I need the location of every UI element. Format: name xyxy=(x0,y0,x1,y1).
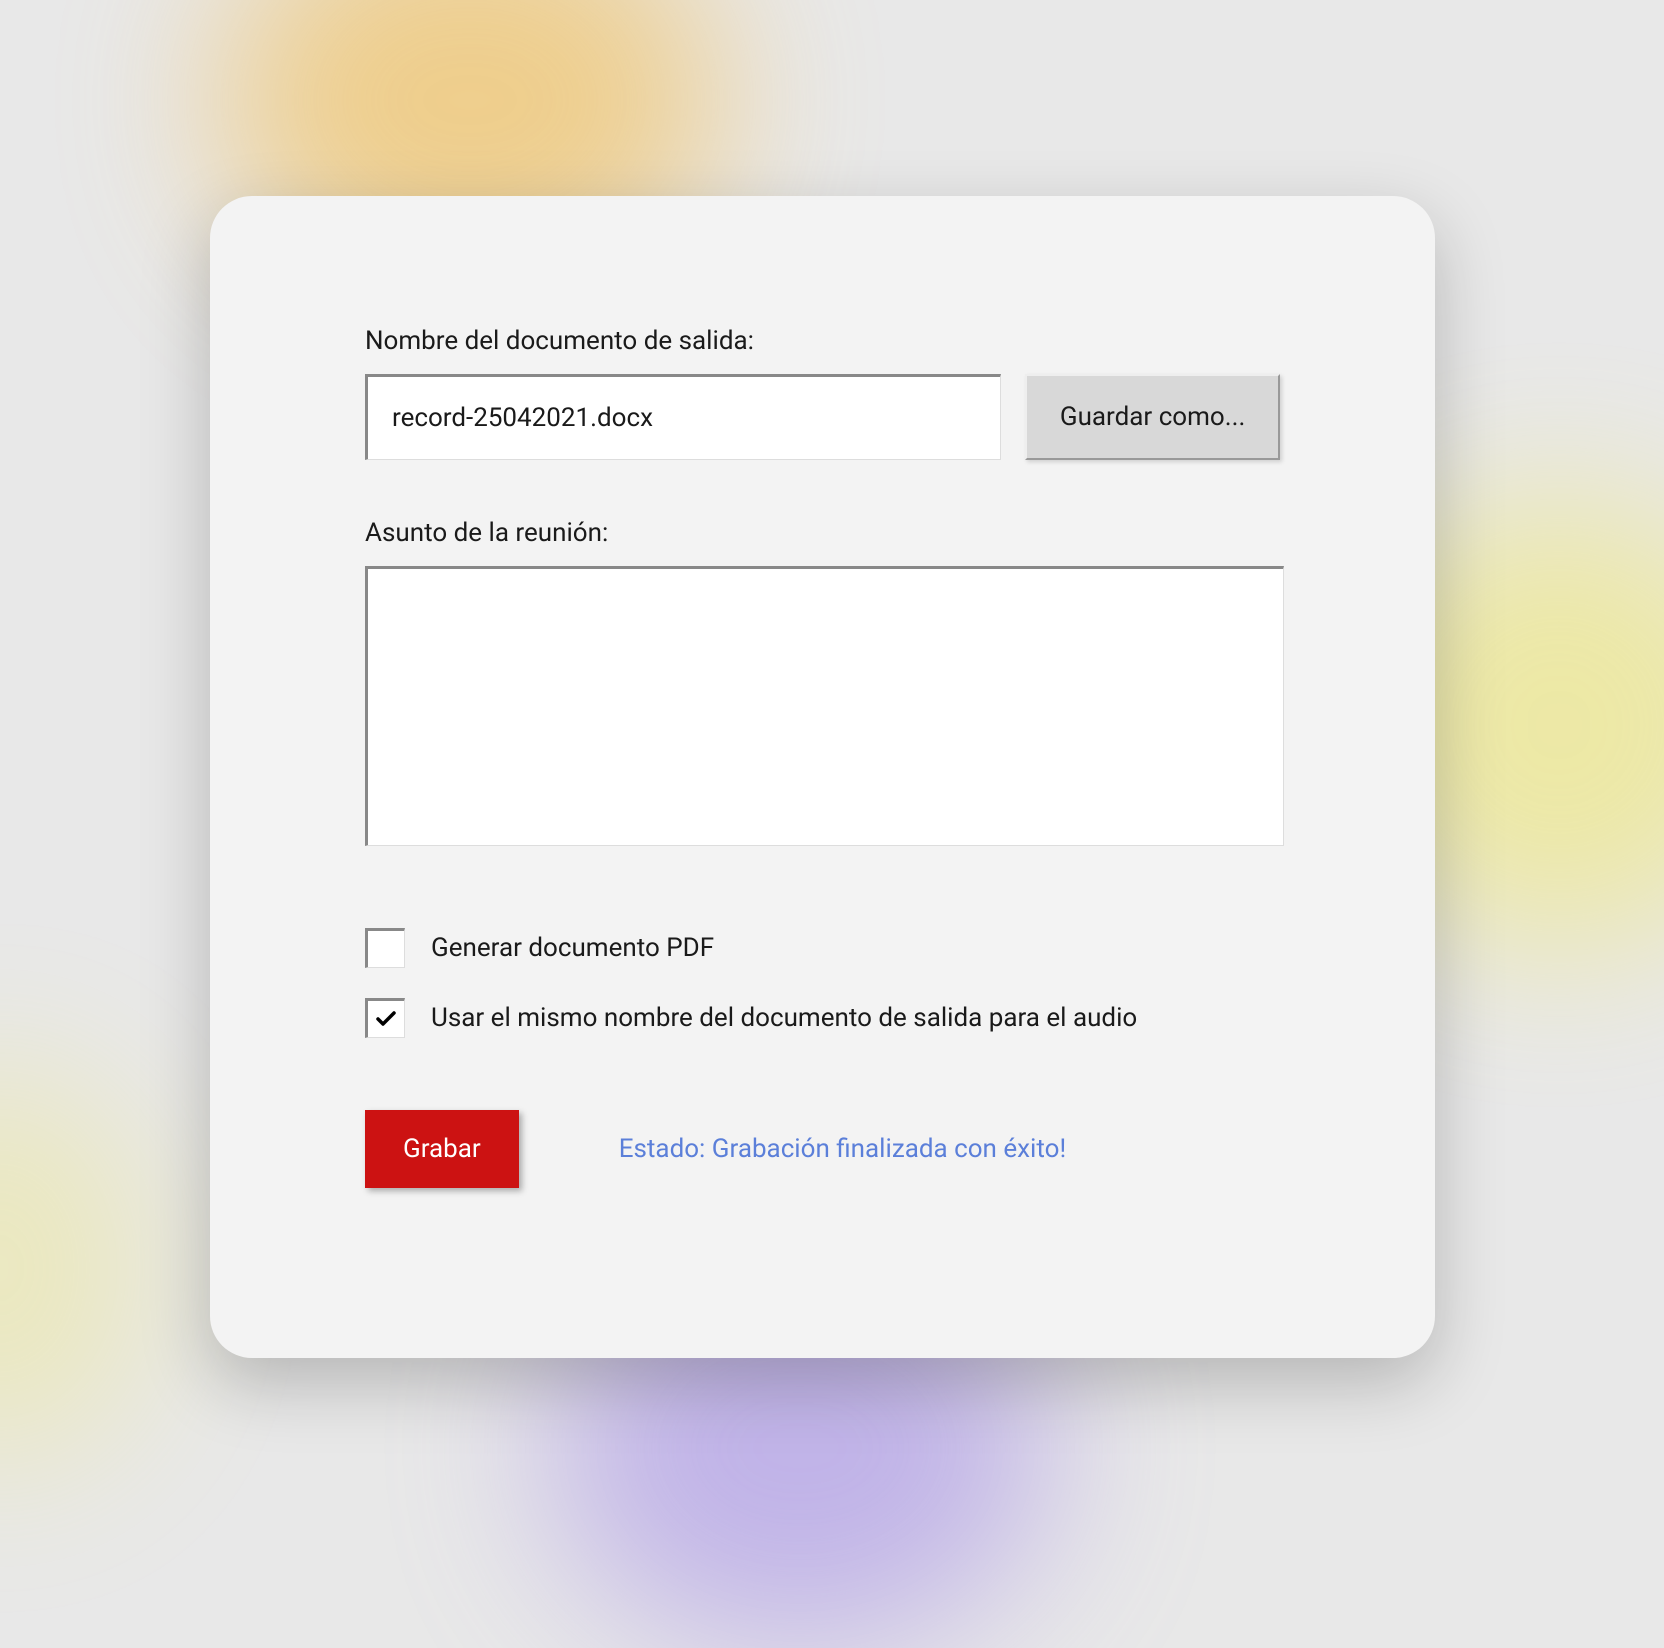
generate-pdf-checkbox[interactable] xyxy=(365,928,405,968)
same-name-audio-checkbox[interactable] xyxy=(365,998,405,1038)
recording-settings-panel: Nombre del documento de salida: Guardar … xyxy=(210,196,1435,1358)
record-button[interactable]: Grabar xyxy=(365,1110,519,1188)
status-text: Estado: Grabación finalizada con éxito! xyxy=(619,1134,1066,1164)
output-document-name-label: Nombre del documento de salida: xyxy=(365,326,1280,356)
output-filename-input[interactable] xyxy=(365,374,1001,460)
checkmark-icon xyxy=(374,1007,398,1031)
same-name-audio-label: Usar el mismo nombre del documento de sa… xyxy=(431,1003,1137,1033)
save-as-button[interactable]: Guardar como... xyxy=(1025,374,1280,460)
generate-pdf-label: Generar documento PDF xyxy=(431,933,714,963)
meeting-subject-label: Asunto de la reunión: xyxy=(365,518,1280,548)
meeting-subject-textarea[interactable] xyxy=(365,566,1284,846)
